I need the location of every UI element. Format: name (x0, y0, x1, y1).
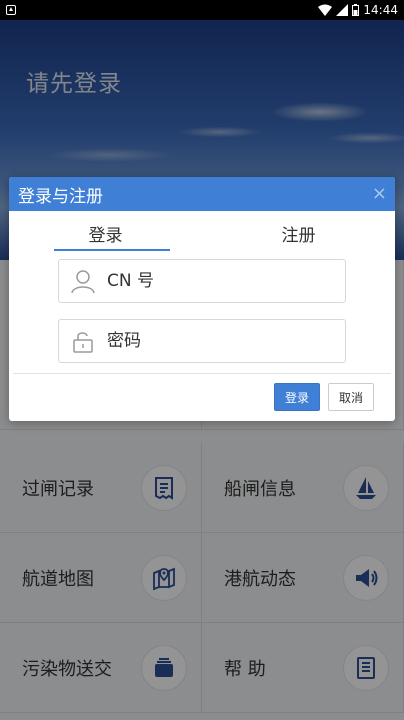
cancel-button[interactable]: 取消 (328, 383, 374, 411)
cn-number-field[interactable] (58, 259, 346, 303)
status-time: 14:44 (363, 3, 398, 17)
user-icon (59, 268, 107, 294)
tab-login[interactable]: 登录 (9, 211, 202, 251)
status-bar: 14:44 (0, 0, 404, 20)
notification-icon (6, 5, 16, 15)
close-icon[interactable]: × (372, 185, 387, 203)
login-button[interactable]: 登录 (274, 383, 320, 411)
dialog-title: 登录与注册 (18, 186, 103, 207)
dialog-header: 登录与注册 × (9, 177, 395, 211)
active-tab-indicator (54, 249, 170, 251)
password-field[interactable] (58, 319, 346, 363)
dialog-divider (13, 373, 391, 374)
tab-register[interactable]: 注册 (202, 211, 395, 251)
lock-icon (59, 328, 107, 354)
battery-icon (352, 4, 360, 16)
login-dialog: 登录与注册 × 登录 注册 登录 取消 (9, 177, 395, 421)
password-input[interactable] (107, 331, 327, 351)
dialog-tabs: 登录 注册 (9, 211, 395, 251)
wifi-icon (318, 4, 333, 16)
cn-number-input[interactable] (107, 271, 327, 291)
signal-icon (336, 4, 349, 16)
